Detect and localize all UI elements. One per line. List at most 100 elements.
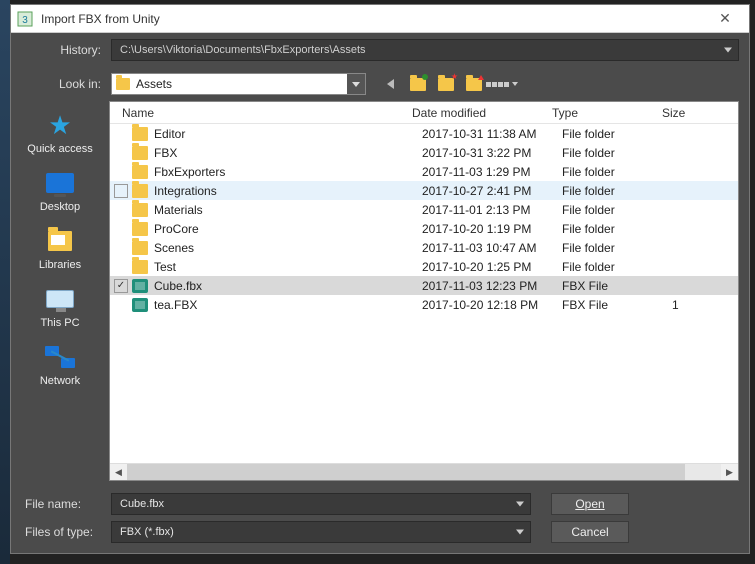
file-name: FbxExporters bbox=[154, 165, 422, 179]
close-button[interactable]: ✕ bbox=[707, 10, 743, 27]
file-date: 2017-10-20 1:19 PM bbox=[422, 222, 562, 236]
folder-up-icon bbox=[410, 78, 426, 91]
scroll-right-button[interactable]: ▶ bbox=[721, 464, 738, 481]
folder-new-icon bbox=[438, 78, 454, 91]
file-name: Integrations bbox=[154, 184, 422, 198]
import-dialog: 3 Import FBX from Unity ✕ History: C:\Us… bbox=[10, 4, 750, 554]
lookin-caret[interactable] bbox=[347, 74, 365, 94]
file-row[interactable]: FBX2017-10-31 3:22 PMFile folder bbox=[110, 143, 738, 162]
place-label: Libraries bbox=[39, 259, 81, 271]
view-mode-button[interactable] bbox=[492, 74, 512, 94]
chevron-down-icon bbox=[512, 82, 518, 86]
folder-icon bbox=[132, 241, 148, 255]
up-folder-button[interactable] bbox=[408, 74, 428, 94]
filename-value: Cube.fbx bbox=[120, 498, 164, 510]
place-label: Desktop bbox=[40, 201, 80, 213]
file-type: File folder bbox=[562, 241, 672, 255]
file-row[interactable]: Integrations2017-10-27 2:41 PMFile folde… bbox=[110, 181, 738, 200]
file-name: FBX bbox=[154, 146, 422, 160]
file-date: 2017-10-31 3:22 PM bbox=[422, 146, 562, 160]
file-row[interactable]: ProCore2017-10-20 1:19 PMFile folder bbox=[110, 219, 738, 238]
file-row[interactable]: Materials2017-11-01 2:13 PMFile folder bbox=[110, 200, 738, 219]
filetype-value: FBX (*.fbx) bbox=[120, 526, 174, 538]
folder-icon bbox=[132, 203, 148, 217]
network-icon bbox=[43, 343, 77, 371]
place-desktop[interactable]: Desktop bbox=[21, 165, 99, 217]
place-label: Network bbox=[40, 375, 80, 387]
history-value: C:\Users\Viktoria\Documents\FbxExporters… bbox=[120, 44, 366, 56]
nav-toolbar bbox=[380, 74, 512, 94]
history-label: History: bbox=[21, 43, 111, 57]
folder-plus-icon bbox=[466, 78, 482, 91]
dialog-body: ★ Quick access Desktop Libraries This PC… bbox=[11, 101, 749, 487]
file-row[interactable]: Cube.fbx2017-11-03 12:23 PMFBX File bbox=[110, 276, 738, 295]
filename-field[interactable]: Cube.fbx bbox=[111, 493, 531, 515]
file-row[interactable]: Test2017-10-20 1:25 PMFile folder bbox=[110, 257, 738, 276]
col-date[interactable]: Date modified bbox=[404, 106, 544, 120]
file-date: 2017-10-20 1:25 PM bbox=[422, 260, 562, 274]
scroll-track[interactable] bbox=[127, 464, 721, 480]
file-list[interactable]: Editor2017-10-31 11:38 AMFile folderFBX2… bbox=[110, 124, 738, 463]
column-headers[interactable]: Name Date modified Type Size bbox=[110, 102, 738, 124]
pc-icon bbox=[43, 285, 77, 313]
star-icon: ★ bbox=[43, 111, 77, 139]
folder-icon bbox=[132, 165, 148, 179]
history-dropdown[interactable]: C:\Users\Viktoria\Documents\FbxExporters… bbox=[111, 39, 739, 61]
col-size[interactable]: Size bbox=[654, 106, 738, 120]
file-name: Scenes bbox=[154, 241, 422, 255]
filetype-field[interactable]: FBX (*.fbx) bbox=[111, 521, 531, 543]
chevron-down-icon bbox=[516, 502, 524, 507]
lookin-row: Look in: Assets bbox=[11, 67, 749, 101]
chevron-down-icon bbox=[724, 48, 732, 53]
arrow-left-icon bbox=[387, 79, 394, 89]
row-checkbox[interactable] bbox=[114, 279, 128, 293]
col-name[interactable]: Name bbox=[114, 106, 404, 120]
place-label: This PC bbox=[40, 317, 79, 329]
file-row[interactable]: Scenes2017-11-03 10:47 AMFile folder bbox=[110, 238, 738, 257]
folder-icon bbox=[132, 127, 148, 141]
new-folder-button[interactable] bbox=[436, 74, 456, 94]
file-row[interactable]: FbxExporters2017-11-03 1:29 PMFile folde… bbox=[110, 162, 738, 181]
file-type: File folder bbox=[562, 184, 672, 198]
place-network[interactable]: Network bbox=[21, 339, 99, 391]
lookin-value: Assets bbox=[136, 77, 172, 91]
place-quick-access[interactable]: ★ Quick access bbox=[21, 107, 99, 159]
file-type: FBX File bbox=[562, 279, 672, 293]
file-row[interactable]: Editor2017-10-31 11:38 AMFile folder bbox=[110, 124, 738, 143]
place-label: Quick access bbox=[27, 143, 92, 155]
file-type: File folder bbox=[562, 127, 672, 141]
folder-icon bbox=[132, 146, 148, 160]
row-checkbox[interactable] bbox=[114, 184, 128, 198]
file-type: File folder bbox=[562, 203, 672, 217]
scroll-left-button[interactable]: ◀ bbox=[110, 464, 127, 481]
file-date: 2017-11-03 10:47 AM bbox=[422, 241, 562, 255]
open-button[interactable]: Open bbox=[551, 493, 629, 515]
folder-icon bbox=[132, 222, 148, 236]
folder-icon bbox=[116, 78, 130, 90]
col-type[interactable]: Type bbox=[544, 106, 654, 120]
file-type: File folder bbox=[562, 260, 672, 274]
file-type: File folder bbox=[562, 146, 672, 160]
file-date: 2017-11-03 12:23 PM bbox=[422, 279, 562, 293]
place-this-pc[interactable]: This PC bbox=[21, 281, 99, 333]
window-title: Import FBX from Unity bbox=[41, 12, 707, 26]
file-name: ProCore bbox=[154, 222, 422, 236]
fbx-file-icon bbox=[132, 279, 148, 293]
add-folder-button[interactable] bbox=[464, 74, 484, 94]
dialog-footer: File name: Cube.fbx Open Files of type: … bbox=[11, 487, 749, 553]
place-libraries[interactable]: Libraries bbox=[21, 223, 99, 275]
titlebar: 3 Import FBX from Unity ✕ bbox=[11, 5, 749, 33]
scroll-thumb[interactable] bbox=[127, 464, 685, 480]
file-type: FBX File bbox=[562, 298, 672, 312]
file-date: 2017-11-01 2:13 PM bbox=[422, 203, 562, 217]
chevron-down-icon bbox=[516, 530, 524, 535]
file-list-panel: Name Date modified Type Size Editor2017-… bbox=[109, 101, 739, 481]
back-button[interactable] bbox=[380, 74, 400, 94]
fbx-file-icon bbox=[132, 298, 148, 312]
filename-label: File name: bbox=[21, 497, 111, 511]
cancel-button[interactable]: Cancel bbox=[551, 521, 629, 543]
view-grid-icon bbox=[486, 82, 509, 87]
lookin-dropdown[interactable]: Assets bbox=[111, 73, 366, 95]
horizontal-scrollbar[interactable]: ◀ ▶ bbox=[110, 463, 738, 480]
file-row[interactable]: tea.FBX2017-10-20 12:18 PMFBX File1 bbox=[110, 295, 738, 314]
